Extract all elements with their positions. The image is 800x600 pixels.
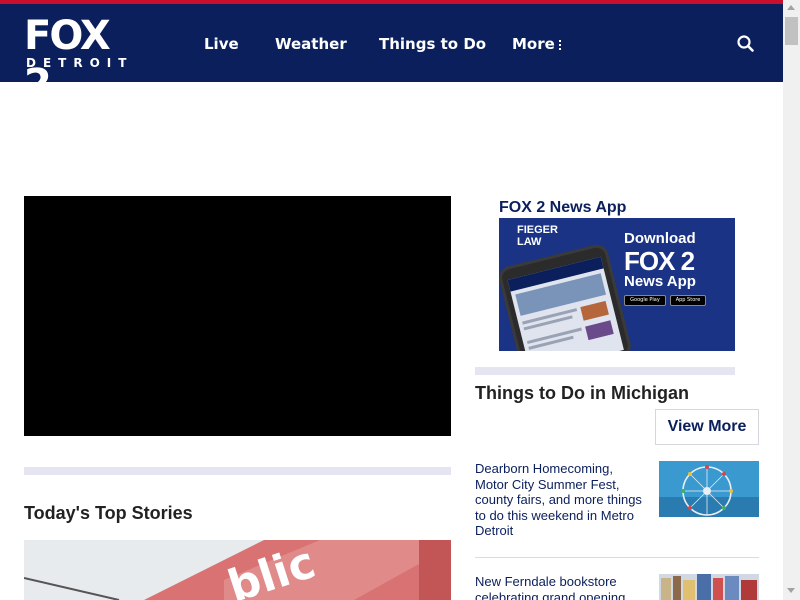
search-icon[interactable]: [736, 34, 756, 54]
rail-divider: [475, 367, 735, 375]
banner-news-app-text: News App: [624, 273, 696, 290]
vertical-scrollbar[interactable]: [783, 0, 800, 600]
nav-live[interactable]: Live: [204, 34, 239, 54]
nav-more-label: More: [512, 35, 555, 53]
site-header: FOX 2 DETROIT Live Weather Things to Do …: [0, 4, 783, 107]
logo-subtitle: DETROIT: [26, 56, 134, 70]
nav-things-to-do[interactable]: Things to Do: [379, 34, 486, 54]
phone-mockup: [499, 242, 634, 351]
bookstore-image[interactable]: [659, 574, 759, 600]
things-to-do-heading: Things to Do in Michigan: [475, 383, 689, 403]
scroll-down-arrow-icon[interactable]: [787, 588, 795, 593]
video-player[interactable]: [24, 196, 451, 436]
banner-fox2-text: FOX 2: [624, 246, 695, 276]
nav-weather[interactable]: Weather: [275, 34, 347, 54]
rail-story-item[interactable]: New Ferndale bookstore celebrating grand…: [475, 574, 759, 600]
view-more-button[interactable]: View More: [655, 409, 759, 445]
nav-more[interactable]: More: [512, 34, 562, 54]
ferris-wheel-image[interactable]: [659, 461, 759, 517]
rail-story-headline[interactable]: Dearborn Homecoming, Motor City Summer F…: [475, 461, 647, 539]
rail-story-separator: [475, 557, 759, 558]
scroll-up-arrow-icon[interactable]: [787, 5, 795, 10]
rail-story-item[interactable]: Dearborn Homecoming, Motor City Summer F…: [475, 461, 759, 541]
section-divider: [24, 467, 451, 475]
rail-story-headline[interactable]: New Ferndale bookstore celebrating grand…: [475, 574, 647, 600]
app-store-badge[interactable]: App Store: [670, 295, 706, 306]
scrollbar-thumb[interactable]: [785, 17, 798, 45]
more-dots-icon: [558, 38, 562, 52]
top-story-image[interactable]: blic: [24, 540, 451, 600]
page: FOX 2 DETROIT Live Weather Things to Do …: [0, 0, 800, 600]
google-play-badge[interactable]: Google Play: [624, 295, 666, 306]
news-app-heading: FOX 2 News App: [499, 199, 627, 216]
fox2-detroit-logo[interactable]: FOX 2 DETROIT: [24, 13, 140, 107]
top-stories-heading: Today's Top Stories: [24, 503, 193, 523]
news-app-banner[interactable]: FIEGER LAW Download FOX 2 News App Googl…: [499, 218, 735, 351]
sponsor-logo: FIEGER LAW: [517, 224, 558, 248]
